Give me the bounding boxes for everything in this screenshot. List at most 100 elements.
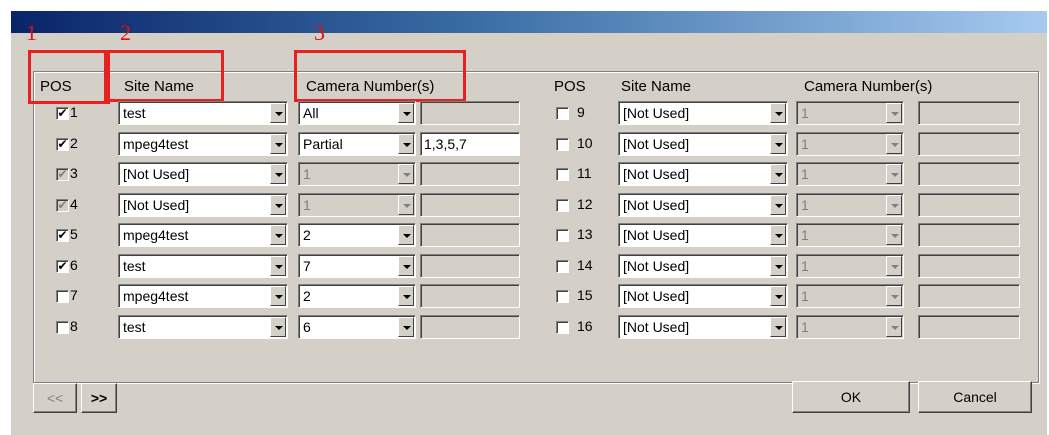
- pos-checkbox[interactable]: ✔: [56, 229, 69, 242]
- camera-numbers-input[interactable]: 1,3,5,7: [420, 132, 520, 156]
- pos-checkbox[interactable]: [556, 229, 569, 242]
- camera-numbers-input[interactable]: [420, 193, 520, 217]
- camera-select[interactable]: 2: [298, 284, 416, 308]
- camera-numbers-input[interactable]: [420, 162, 520, 186]
- pos-checkbox[interactable]: ✔: [56, 260, 69, 273]
- chevron-down-icon[interactable]: [270, 317, 286, 337]
- chevron-down-icon[interactable]: [398, 103, 414, 123]
- camera-numbers-input[interactable]: [918, 132, 1020, 156]
- chevron-down-icon[interactable]: [886, 256, 902, 276]
- camera-select[interactable]: All: [298, 101, 416, 125]
- chevron-down-icon[interactable]: [398, 164, 414, 184]
- previous-page-button[interactable]: <<: [33, 383, 77, 413]
- camera-select[interactable]: 1: [796, 132, 904, 156]
- camera-select[interactable]: 1: [796, 315, 904, 339]
- pos-checkbox[interactable]: [56, 290, 69, 303]
- chevron-down-icon[interactable]: [770, 286, 786, 306]
- site-name-select[interactable]: [Not Used]: [618, 132, 788, 156]
- camera-numbers-input[interactable]: [420, 315, 520, 339]
- site-name-select[interactable]: [Not Used]: [618, 162, 788, 186]
- pos-checkbox[interactable]: [556, 321, 569, 334]
- camera-numbers-input[interactable]: [918, 254, 1020, 278]
- site-name-select[interactable]: mpeg4test: [118, 284, 288, 308]
- chevron-down-icon[interactable]: [886, 286, 902, 306]
- chevron-down-icon[interactable]: [770, 164, 786, 184]
- camera-numbers-input[interactable]: [420, 223, 520, 247]
- camera-numbers-input[interactable]: [918, 101, 1020, 125]
- camera-select[interactable]: 1: [796, 284, 904, 308]
- camera-numbers-input[interactable]: [918, 284, 1020, 308]
- chevron-down-icon[interactable]: [270, 103, 286, 123]
- camera-numbers-input[interactable]: [918, 162, 1020, 186]
- chevron-down-icon[interactable]: [398, 134, 414, 154]
- site-name-select[interactable]: [Not Used]: [618, 284, 788, 308]
- chevron-down-icon[interactable]: [770, 256, 786, 276]
- chevron-down-icon[interactable]: [886, 317, 902, 337]
- chevron-down-icon[interactable]: [770, 317, 786, 337]
- camera-select[interactable]: 1: [796, 162, 904, 186]
- chevron-down-icon[interactable]: [398, 256, 414, 276]
- site-name-select[interactable]: test: [118, 101, 288, 125]
- camera-select[interactable]: 1: [298, 162, 416, 186]
- chevron-down-icon[interactable]: [886, 225, 902, 245]
- camera-select[interactable]: 1: [796, 254, 904, 278]
- camera-select[interactable]: 1: [298, 193, 416, 217]
- camera-select[interactable]: 1: [796, 193, 904, 217]
- pos-checkbox[interactable]: ✔: [56, 168, 69, 181]
- site-name-select[interactable]: test: [118, 254, 288, 278]
- site-name-select[interactable]: [Not Used]: [118, 162, 288, 186]
- site-name-select[interactable]: [Not Used]: [118, 193, 288, 217]
- chevron-down-icon[interactable]: [770, 225, 786, 245]
- site-name-select[interactable]: mpeg4test: [118, 223, 288, 247]
- camera-select[interactable]: 6: [298, 315, 416, 339]
- site-name-select[interactable]: [Not Used]: [618, 193, 788, 217]
- chevron-down-icon[interactable]: [398, 286, 414, 306]
- chevron-down-icon[interactable]: [398, 195, 414, 215]
- camera-numbers-input[interactable]: [918, 223, 1020, 247]
- chevron-down-icon[interactable]: [886, 134, 902, 154]
- chevron-down-icon[interactable]: [770, 103, 786, 123]
- pos-checkbox[interactable]: [556, 107, 569, 120]
- site-name-select[interactable]: [Not Used]: [618, 254, 788, 278]
- site-name-select[interactable]: mpeg4test: [118, 132, 288, 156]
- title-bar[interactable]: [11, 11, 1047, 33]
- pos-checkbox[interactable]: [556, 138, 569, 151]
- chevron-down-icon[interactable]: [886, 103, 902, 123]
- site-name-select[interactable]: [Not Used]: [618, 223, 788, 247]
- camera-select[interactable]: 2: [298, 223, 416, 247]
- pos-checkbox[interactable]: [556, 168, 569, 181]
- chevron-down-icon[interactable]: [270, 225, 286, 245]
- pos-checkbox[interactable]: [556, 199, 569, 212]
- chevron-down-icon[interactable]: [770, 195, 786, 215]
- site-name-select[interactable]: test: [118, 315, 288, 339]
- pos-checkbox[interactable]: [556, 290, 569, 303]
- pos-checkbox[interactable]: [556, 260, 569, 273]
- chevron-down-icon[interactable]: [270, 164, 286, 184]
- chevron-down-icon[interactable]: [270, 286, 286, 306]
- chevron-down-icon[interactable]: [770, 134, 786, 154]
- ok-button[interactable]: OK: [792, 381, 910, 413]
- camera-select[interactable]: 1: [796, 101, 904, 125]
- pos-checkbox[interactable]: [56, 321, 69, 334]
- chevron-down-icon[interactable]: [398, 225, 414, 245]
- camera-numbers-input[interactable]: [420, 284, 520, 308]
- pos-checkbox[interactable]: ✔: [56, 138, 69, 151]
- site-name-select[interactable]: [Not Used]: [618, 315, 788, 339]
- camera-numbers-input[interactable]: [918, 193, 1020, 217]
- site-name-select[interactable]: [Not Used]: [618, 101, 788, 125]
- camera-numbers-input[interactable]: [918, 315, 1020, 339]
- chevron-down-icon[interactable]: [270, 195, 286, 215]
- camera-numbers-input[interactable]: [420, 254, 520, 278]
- chevron-down-icon[interactable]: [398, 317, 414, 337]
- chevron-down-icon[interactable]: [270, 256, 286, 276]
- chevron-down-icon[interactable]: [886, 164, 902, 184]
- chevron-down-icon[interactable]: [270, 134, 286, 154]
- camera-numbers-input[interactable]: [420, 101, 520, 125]
- pos-checkbox[interactable]: ✔: [56, 199, 69, 212]
- cancel-button[interactable]: Cancel: [918, 381, 1032, 413]
- camera-select[interactable]: 7: [298, 254, 416, 278]
- next-page-button[interactable]: >>: [81, 383, 117, 413]
- camera-select[interactable]: Partial: [298, 132, 416, 156]
- pos-checkbox[interactable]: ✔: [56, 107, 69, 120]
- camera-select[interactable]: 1: [796, 223, 904, 247]
